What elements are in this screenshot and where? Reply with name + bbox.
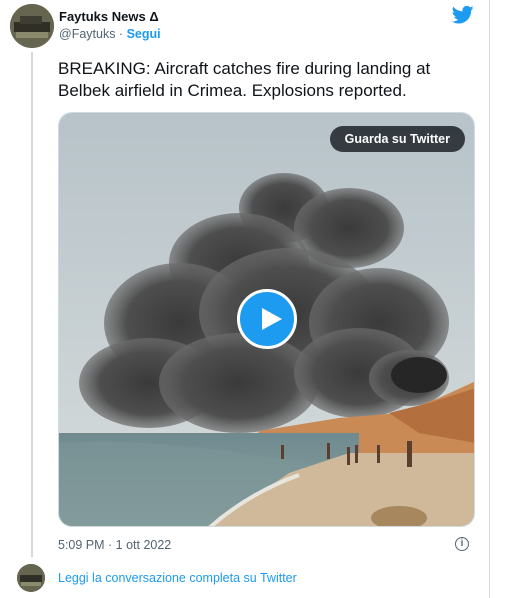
author-handle-row: @Faytuks · Segui [59,27,161,41]
thread-line [31,52,33,557]
tweet-card: Faytuks News Δ @Faytuks · Segui BREAKING… [0,0,490,598]
footer-avatar[interactable] [17,564,45,592]
tweet-timestamp[interactable]: 5:09 PM · 1 ott 2022 [58,538,171,552]
video-player[interactable]: Guarda su Twitter [58,112,475,527]
twitter-bird-icon[interactable] [452,5,474,25]
separator: · [115,27,127,41]
author-handle[interactable]: @Faytuks [59,27,115,41]
play-icon[interactable] [237,289,297,349]
read-conversation-link[interactable]: Leggi la conversazione completa su Twitt… [58,571,297,585]
avatar[interactable] [10,4,54,48]
watch-on-twitter-button[interactable]: Guarda su Twitter [329,126,465,152]
author-name[interactable]: Faytuks News Δ [59,9,159,24]
tweet-text: BREAKING: Aircraft catches fire during l… [58,59,431,100]
follow-button[interactable]: Segui [127,27,161,41]
info-icon[interactable]: i [455,537,469,551]
